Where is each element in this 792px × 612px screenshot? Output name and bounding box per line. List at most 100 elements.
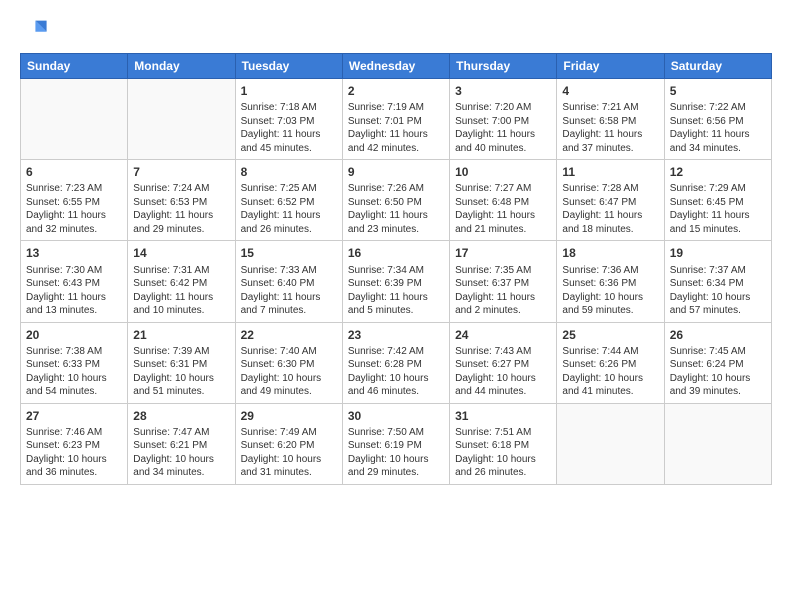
day-number: 22 — [241, 327, 337, 343]
calendar-cell: 27 Sunrise: 7:46 AM Sunset: 6:23 PM Dayli… — [21, 403, 128, 484]
day-number: 5 — [670, 83, 766, 99]
week-row-2: 6 Sunrise: 7:23 AM Sunset: 6:55 PM Daylig… — [21, 160, 772, 241]
day-number: 25 — [562, 327, 658, 343]
calendar-cell: 3 Sunrise: 7:20 AM Sunset: 7:00 PM Daylig… — [450, 79, 557, 160]
day-info: Sunrise: 7:29 AM Sunset: 6:45 PM Dayligh… — [670, 182, 766, 236]
weekday-header-saturday: Saturday — [664, 54, 771, 79]
calendar-table: SundayMondayTuesdayWednesdayThursdayFrid… — [20, 53, 772, 485]
header — [20, 15, 772, 43]
calendar-cell: 9 Sunrise: 7:26 AM Sunset: 6:50 PM Daylig… — [342, 160, 449, 241]
day-info: Sunrise: 7:44 AM Sunset: 6:26 PM Dayligh… — [562, 345, 658, 399]
day-number: 14 — [133, 245, 229, 261]
day-number: 18 — [562, 245, 658, 261]
day-number: 10 — [455, 164, 551, 180]
week-row-1: 1 Sunrise: 7:18 AM Sunset: 7:03 PM Daylig… — [21, 79, 772, 160]
page: SundayMondayTuesdayWednesdayThursdayFrid… — [0, 0, 792, 612]
day-info: Sunrise: 7:20 AM Sunset: 7:00 PM Dayligh… — [455, 101, 551, 155]
day-number: 21 — [133, 327, 229, 343]
day-number: 15 — [241, 245, 337, 261]
calendar-cell: 21 Sunrise: 7:39 AM Sunset: 6:31 PM Dayli… — [128, 322, 235, 403]
calendar-cell: 24 Sunrise: 7:43 AM Sunset: 6:27 PM Dayli… — [450, 322, 557, 403]
calendar-cell: 8 Sunrise: 7:25 AM Sunset: 6:52 PM Daylig… — [235, 160, 342, 241]
calendar-cell: 11 Sunrise: 7:28 AM Sunset: 6:47 PM Dayli… — [557, 160, 664, 241]
weekday-row: SundayMondayTuesdayWednesdayThursdayFrid… — [21, 54, 772, 79]
day-info: Sunrise: 7:39 AM Sunset: 6:31 PM Dayligh… — [133, 345, 229, 399]
day-info: Sunrise: 7:26 AM Sunset: 6:50 PM Dayligh… — [348, 182, 444, 236]
calendar-cell: 29Sunrise: 7:49 AM Sunset: 6:20 PM Dayli… — [235, 403, 342, 484]
day-info: Sunrise: 7:19 AM Sunset: 7:01 PM Dayligh… — [348, 101, 444, 155]
calendar-cell: 1 Sunrise: 7:18 AM Sunset: 7:03 PM Daylig… — [235, 79, 342, 160]
day-info: Sunrise: 7:49 AM Sunset: 6:20 PM Dayligh… — [241, 426, 337, 480]
calendar-cell — [557, 403, 664, 484]
day-info: Sunrise: 7:42 AM Sunset: 6:28 PM Dayligh… — [348, 345, 444, 399]
calendar-cell: 31 Sunrise: 7:51 AM Sunset: 6:18 PM Dayli… — [450, 403, 557, 484]
day-number: 28 — [133, 408, 229, 424]
day-number: 24 — [455, 327, 551, 343]
calendar-cell: 25 Sunrise: 7:44 AM Sunset: 6:26 PM Dayli… — [557, 322, 664, 403]
day-info: Sunrise: 7:36 AM Sunset: 6:36 PM Dayligh… — [562, 264, 658, 318]
day-info: Sunrise: 7:27 AM Sunset: 6:48 PM Dayligh… — [455, 182, 551, 236]
calendar-cell: 28 Sunrise: 7:47 AM Sunset: 6:21 PM Dayli… — [128, 403, 235, 484]
day-info: Sunrise: 7:21 AM Sunset: 6:58 PM Dayligh… — [562, 101, 658, 155]
calendar-cell: 2 Sunrise: 7:19 AM Sunset: 7:01 PM Daylig… — [342, 79, 449, 160]
calendar-cell: 17Sunrise: 7:35 AM Sunset: 6:37 PM Dayli… — [450, 241, 557, 322]
day-info: Sunrise: 7:46 AM Sunset: 6:23 PM Dayligh… — [26, 426, 122, 480]
calendar-cell: 14 Sunrise: 7:31 AM Sunset: 6:42 PM Dayli… — [128, 241, 235, 322]
week-row-5: 27 Sunrise: 7:46 AM Sunset: 6:23 PM Dayli… — [21, 403, 772, 484]
day-number: 2 — [348, 83, 444, 99]
day-info: Sunrise: 7:43 AM Sunset: 6:27 PM Dayligh… — [455, 345, 551, 399]
calendar-cell: 16 Sunrise: 7:34 AM Sunset: 6:39 PM Dayli… — [342, 241, 449, 322]
day-info: Sunrise: 7:23 AM Sunset: 6:55 PM Dayligh… — [26, 182, 122, 236]
day-number: 1 — [241, 83, 337, 99]
day-info: Sunrise: 7:50 AM Sunset: 6:19 PM Dayligh… — [348, 426, 444, 480]
day-number: 12 — [670, 164, 766, 180]
day-number: 6 — [26, 164, 122, 180]
day-info: Sunrise: 7:35 AM Sunset: 6:37 PM Dayligh… — [455, 264, 551, 318]
logo-icon — [20, 15, 48, 43]
day-info: Sunrise: 7:18 AM Sunset: 7:03 PM Dayligh… — [241, 101, 337, 155]
day-number: 4 — [562, 83, 658, 99]
day-info: Sunrise: 7:47 AM Sunset: 6:21 PM Dayligh… — [133, 426, 229, 480]
weekday-header-monday: Monday — [128, 54, 235, 79]
day-number: 3 — [455, 83, 551, 99]
day-info: Sunrise: 7:40 AM Sunset: 6:30 PM Dayligh… — [241, 345, 337, 399]
day-number: 27 — [26, 408, 122, 424]
calendar-cell: 12 Sunrise: 7:29 AM Sunset: 6:45 PM Dayli… — [664, 160, 771, 241]
day-number: 11 — [562, 164, 658, 180]
day-number: 16 — [348, 245, 444, 261]
day-info: Sunrise: 7:25 AM Sunset: 6:52 PM Dayligh… — [241, 182, 337, 236]
day-number: 31 — [455, 408, 551, 424]
day-info: Sunrise: 7:28 AM Sunset: 6:47 PM Dayligh… — [562, 182, 658, 236]
calendar-cell: 6 Sunrise: 7:23 AM Sunset: 6:55 PM Daylig… — [21, 160, 128, 241]
day-info: Sunrise: 7:33 AM Sunset: 6:40 PM Dayligh… — [241, 264, 337, 318]
weekday-header-wednesday: Wednesday — [342, 54, 449, 79]
day-info: Sunrise: 7:34 AM Sunset: 6:39 PM Dayligh… — [348, 264, 444, 318]
calendar-cell — [21, 79, 128, 160]
day-info: Sunrise: 7:24 AM Sunset: 6:53 PM Dayligh… — [133, 182, 229, 236]
day-number: 19 — [670, 245, 766, 261]
calendar-cell: 18 Sunrise: 7:36 AM Sunset: 6:36 PM Dayli… — [557, 241, 664, 322]
calendar-cell — [128, 79, 235, 160]
calendar-cell: 19Sunrise: 7:37 AM Sunset: 6:34 PM Dayli… — [664, 241, 771, 322]
logo — [20, 15, 52, 43]
week-row-4: 20Sunrise: 7:38 AM Sunset: 6:33 PM Dayli… — [21, 322, 772, 403]
day-number: 8 — [241, 164, 337, 180]
day-info: Sunrise: 7:31 AM Sunset: 6:42 PM Dayligh… — [133, 264, 229, 318]
calendar-header: SundayMondayTuesdayWednesdayThursdayFrid… — [21, 54, 772, 79]
calendar-cell: 22 Sunrise: 7:40 AM Sunset: 6:30 PM Dayli… — [235, 322, 342, 403]
day-info: Sunrise: 7:22 AM Sunset: 6:56 PM Dayligh… — [670, 101, 766, 155]
calendar-body: 1 Sunrise: 7:18 AM Sunset: 7:03 PM Daylig… — [21, 79, 772, 485]
calendar-cell: 13Sunrise: 7:30 AM Sunset: 6:43 PM Dayli… — [21, 241, 128, 322]
day-number: 23 — [348, 327, 444, 343]
calendar-cell: 10 Sunrise: 7:27 AM Sunset: 6:48 PM Dayli… — [450, 160, 557, 241]
calendar-cell — [664, 403, 771, 484]
calendar-cell: 26Sunrise: 7:45 AM Sunset: 6:24 PM Dayli… — [664, 322, 771, 403]
weekday-header-thursday: Thursday — [450, 54, 557, 79]
calendar-cell: 20Sunrise: 7:38 AM Sunset: 6:33 PM Dayli… — [21, 322, 128, 403]
day-info: Sunrise: 7:51 AM Sunset: 6:18 PM Dayligh… — [455, 426, 551, 480]
calendar-cell: 7Sunrise: 7:24 AM Sunset: 6:53 PM Daylig… — [128, 160, 235, 241]
day-number: 9 — [348, 164, 444, 180]
week-row-3: 13Sunrise: 7:30 AM Sunset: 6:43 PM Dayli… — [21, 241, 772, 322]
day-info: Sunrise: 7:38 AM Sunset: 6:33 PM Dayligh… — [26, 345, 122, 399]
calendar-cell: 30Sunrise: 7:50 AM Sunset: 6:19 PM Dayli… — [342, 403, 449, 484]
